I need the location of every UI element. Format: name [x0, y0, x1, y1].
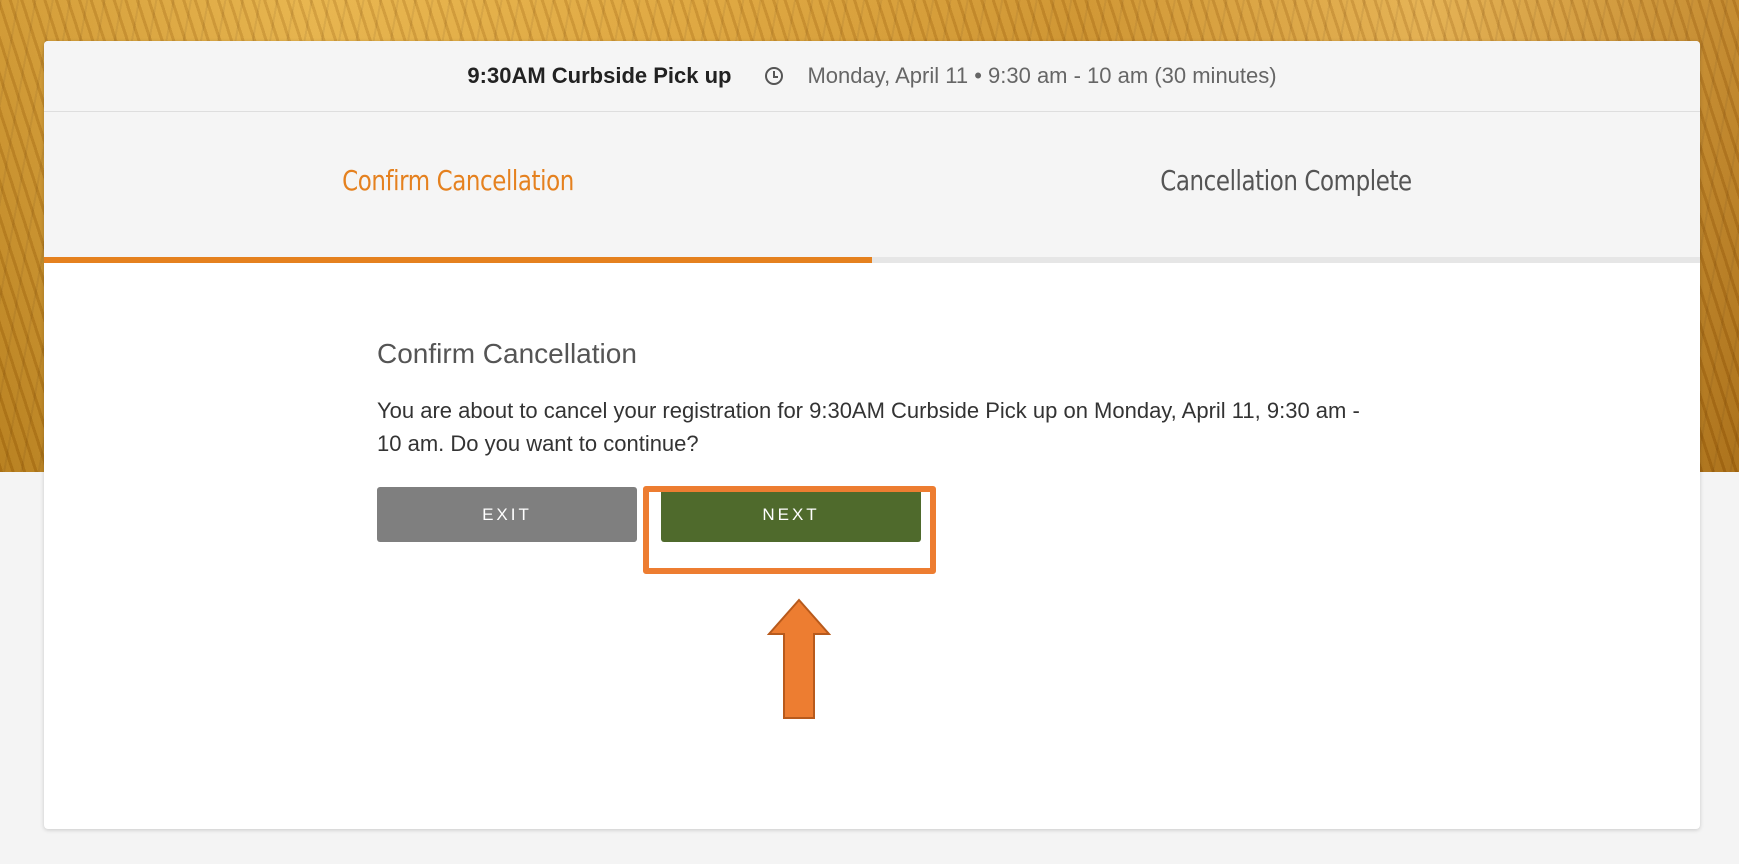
confirmation-heading: Confirm Cancellation: [377, 338, 637, 369]
event-summary-bar: 9:30AM Curbside Pick up Monday, April 11…: [44, 41, 1700, 112]
progress-track: [44, 257, 1700, 263]
event-time: Monday, April 11 • 9:30 am - 10 am (30 m…: [807, 63, 1277, 88]
exit-button[interactable]: EXIT: [377, 487, 637, 542]
next-button-highlight: [643, 486, 936, 574]
confirmation-message: You are about to cancel your registratio…: [377, 398, 1360, 456]
step-cancellation-complete: Cancellation Complete: [1160, 164, 1412, 197]
step-confirm-cancellation: Confirm Cancellation: [342, 164, 574, 197]
clock-icon: [765, 67, 784, 85]
event-title: 9:30AM Curbside Pick up: [467, 63, 732, 88]
registration-card: 9:30AM Curbside Pick up Monday, April 11…: [44, 41, 1700, 829]
step-tabs: Confirm Cancellation Cancellation Comple…: [44, 112, 1700, 263]
progress-fill: [44, 257, 872, 263]
action-buttons: EXIT NEXT: [377, 487, 1700, 543]
up-arrow-icon: [767, 598, 831, 719]
